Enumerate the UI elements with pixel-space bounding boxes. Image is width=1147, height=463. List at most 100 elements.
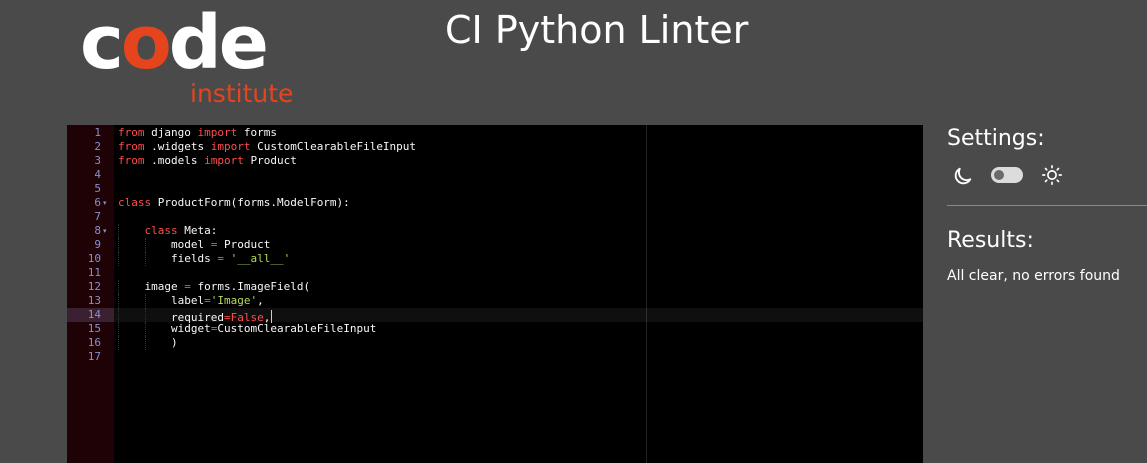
- line-number: 14: [87, 308, 101, 321]
- code-text: ): [171, 336, 178, 350]
- line-number: 5: [94, 182, 101, 195]
- indent-guide: [144, 336, 146, 350]
- logo-wordmark: code: [80, 6, 269, 80]
- code-line[interactable]: 5: [67, 182, 923, 196]
- line-number-cell: 8 ▾: [67, 224, 114, 238]
- indent-guide: [118, 322, 119, 336]
- line-number: 15: [87, 322, 101, 335]
- indent-guide: [144, 308, 146, 322]
- code-token-keyword: import: [210, 140, 251, 153]
- code-token-text: forms: [237, 126, 277, 139]
- code-line[interactable]: 4: [67, 168, 923, 182]
- indent-guide: [144, 322, 146, 336]
- code-text: fields = '__all__': [171, 252, 290, 266]
- code-token-text: forms.ImageField(: [190, 280, 311, 293]
- fold-arrow-icon[interactable]: ▾: [103, 224, 107, 238]
- code-token-string: 'Image': [210, 294, 258, 307]
- code-institute-logo: code institute: [80, 6, 320, 110]
- line-number: 11: [87, 266, 101, 279]
- code-token-keyword: from: [118, 126, 145, 139]
- indent-guide: [118, 280, 119, 294]
- indent-guide: [144, 294, 146, 308]
- code-line[interactable]: 16): [67, 336, 923, 350]
- line-number-cell: 9: [67, 238, 114, 252]
- code-line[interactable]: 13 label='Image',: [67, 294, 923, 308]
- code-text: class ProductForm(forms.ModelForm):: [118, 196, 350, 210]
- code-token-text: .widgets: [144, 140, 211, 153]
- moon-icon[interactable]: [952, 165, 974, 187]
- indent-guide: [144, 252, 146, 266]
- logo-word-o: o: [120, 0, 172, 86]
- code-line[interactable]: 12 image = forms.ImageField(: [67, 280, 923, 294]
- code-line[interactable]: 11: [67, 266, 923, 280]
- indent-guide: [144, 238, 146, 252]
- code-token-text: model: [171, 238, 211, 251]
- line-number-cell: 6 ▾: [67, 196, 114, 210]
- line-number-cell: 12: [67, 280, 114, 294]
- code-text: label='Image',: [171, 294, 264, 308]
- line-number: 1: [94, 126, 101, 139]
- logo-tagline: institute: [190, 79, 294, 108]
- code-token-keyword: import: [204, 154, 244, 167]
- code-token-text: ProductForm(forms.ModelForm):: [151, 196, 350, 209]
- line-number: 10: [87, 252, 101, 265]
- code-line[interactable]: 9 model = Product: [67, 238, 923, 252]
- line-number: 12: [87, 280, 101, 293]
- line-number-cell: 1: [67, 126, 114, 140]
- code-token-keyword: =: [204, 294, 211, 307]
- code-line[interactable]: 3 from .models import Product: [67, 154, 923, 168]
- code-line[interactable]: 2 from .widgets import CustomClearableFil…: [67, 140, 923, 154]
- app-root: code institute CI Python Linter 1 from dj…: [0, 0, 1147, 463]
- line-number-cell: 13: [67, 294, 114, 308]
- panel-divider: [947, 205, 1147, 206]
- theme-toggle[interactable]: [991, 167, 1023, 183]
- code-editor[interactable]: 1 from django import forms 2 from .widgets …: [67, 125, 923, 463]
- code-token-keyword: class: [118, 196, 152, 209]
- code-text: model = Product: [171, 238, 270, 252]
- code-token-string: '__all__': [230, 252, 291, 265]
- sun-icon[interactable]: [1041, 164, 1063, 186]
- page-title: CI Python Linter: [445, 8, 749, 52]
- code-token-keyword: from: [118, 154, 145, 167]
- indent-guide: [118, 308, 119, 322]
- code-line[interactable]: 15 widget=CustomClearableFileInput: [67, 322, 923, 336]
- code-line[interactable]: 10 fields = '__all__': [67, 252, 923, 266]
- code-line[interactable]: 8 ▾ class Meta:: [67, 224, 923, 238]
- code-token-text: fields: [171, 252, 218, 265]
- code-line[interactable]: 6 ▾ class ProductForm(forms.ModelForm):: [67, 196, 923, 210]
- code-token-text: Product: [243, 154, 297, 167]
- code-line[interactable]: 1 from django import forms: [67, 126, 923, 140]
- line-number-cell: 14: [67, 308, 114, 322]
- line-number-cell: 17: [67, 350, 114, 364]
- line-number-cell: 16: [67, 336, 114, 350]
- line-number: 8: [94, 224, 101, 237]
- code-line[interactable]: 7: [67, 210, 923, 224]
- settings-title: Settings:: [947, 126, 1045, 151]
- line-number: 17: [87, 350, 101, 363]
- fold-arrow-icon[interactable]: ▾: [103, 196, 107, 210]
- code-token-text: label: [171, 294, 205, 307]
- code-token-keyword: class: [144, 224, 178, 237]
- line-number-cell: 5: [67, 182, 114, 196]
- line-number-cell: 3: [67, 154, 114, 168]
- code-token-text: widget: [171, 322, 211, 335]
- line-number: 13: [87, 294, 101, 307]
- code-token-text: image: [144, 280, 185, 293]
- indent-guide: [118, 336, 119, 350]
- code-text: from django import forms: [118, 126, 277, 140]
- line-number: 9: [94, 238, 101, 251]
- code-token-text: Meta:: [177, 224, 218, 237]
- logo-word-suffix: de: [168, 0, 269, 86]
- indent-guide: [118, 224, 119, 238]
- code-token-keyword: =: [184, 280, 191, 293]
- code-token-keyword: =: [217, 252, 224, 265]
- code-text: image = forms.ImageField(: [145, 280, 311, 294]
- code-token-text: .models: [144, 154, 205, 167]
- code-line[interactable]: 14 required=False,: [67, 308, 923, 324]
- line-number: 7: [94, 210, 101, 223]
- logo-word-prefix: c: [80, 0, 124, 86]
- code-line[interactable]: 17: [67, 350, 923, 364]
- code-token-text: django: [144, 126, 198, 139]
- indent-guide: [118, 238, 119, 252]
